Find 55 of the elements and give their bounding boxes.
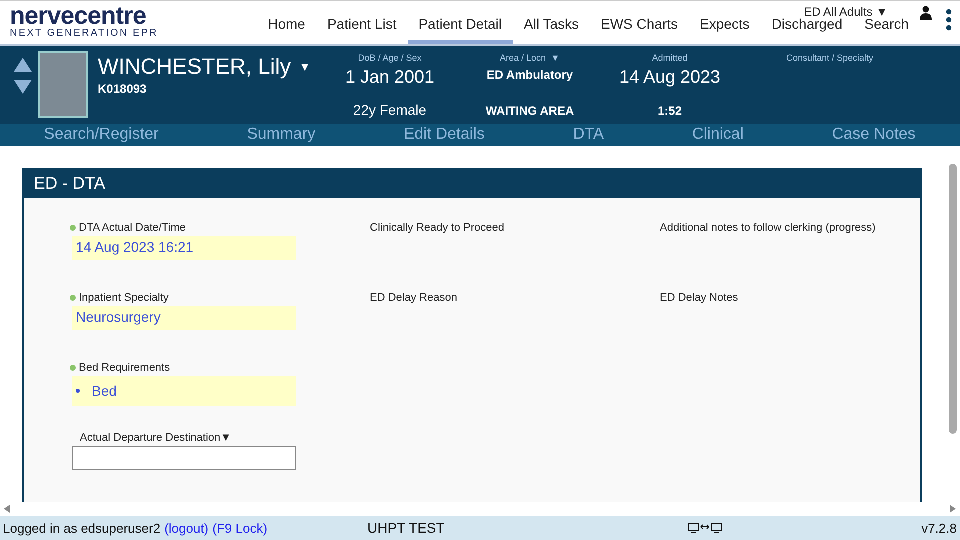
bullet-icon [76, 389, 80, 393]
logo-tagline: NEXT GENERATION EPR [10, 28, 158, 39]
patient-number: K018093 [98, 82, 147, 96]
more-icon[interactable] [946, 9, 952, 31]
nav-item[interactable]: Home [257, 14, 316, 44]
field-value: 1 Jan 2001 [345, 67, 435, 88]
field-label: Consultant / Specialty [786, 53, 874, 63]
field-value: ED Ambulatory [486, 68, 574, 82]
field-value: 14 Aug 2023 [619, 67, 721, 88]
caret-icon[interactable]: ▼ [299, 60, 312, 74]
field-label: Area / Locn ▼ [500, 53, 560, 63]
ward-selector[interactable]: ED All Adults ▼ [804, 5, 888, 19]
field-value: 14 Aug 2023 16:21 [72, 236, 296, 260]
tab[interactable]: Summary [239, 124, 324, 146]
person-icon[interactable] [920, 6, 932, 20]
field-label: Additional notes to follow clerking (progress) [660, 222, 876, 234]
scroll-left-icon[interactable] [4, 505, 10, 513]
logo: nervecentre [10, 4, 146, 28]
field-value: Neurosurgery [72, 306, 296, 330]
nav-item[interactable]: All Tasks [513, 14, 590, 44]
patient-name: WINCHESTER, Lily [98, 54, 292, 80]
nav-item[interactable]: EWS Charts [590, 14, 689, 44]
nav-item[interactable]: Expects [689, 14, 761, 44]
tab[interactable]: Clinical [684, 124, 752, 146]
down-arrow-icon[interactable] [14, 80, 32, 94]
environment-label: UHPT TEST [368, 520, 445, 536]
screens-icon[interactable] [688, 523, 722, 533]
tab[interactable]: Search/Register [36, 124, 167, 146]
field-label: Bed Requirements [79, 362, 170, 374]
logout-link[interactable]: (logout) [164, 520, 209, 536]
tab[interactable]: DTA [565, 124, 612, 146]
field-label: DoB / Age / Sex [358, 53, 422, 63]
form-title: ED - DTA [24, 170, 920, 198]
field-label: ED Delay Notes [660, 292, 738, 304]
field-value: WAITING AREA [486, 104, 574, 120]
photo-placeholder [38, 51, 88, 118]
field-label: Inpatient Specialty [79, 292, 169, 304]
scrollbar-thumb[interactable] [949, 164, 957, 434]
version-label: v7.2.8 [922, 520, 957, 536]
field-label: Admitted [652, 53, 688, 63]
field-value: 22y Female [353, 102, 427, 120]
tab[interactable]: Case Notes [824, 124, 924, 146]
field-label: ED Delay Reason [370, 292, 458, 304]
nav-item[interactable]: Patient List [316, 14, 408, 44]
lock-link[interactable]: (F9 Lock) [212, 520, 268, 536]
field-label: Clinically Ready to Proceed [370, 222, 505, 234]
field-value: 1:52 [658, 104, 682, 120]
login-text: Logged in as edsuperuser2 [3, 520, 161, 536]
list-item: Bed [92, 383, 117, 399]
field-label: DTA Actual Date/Time [79, 222, 186, 234]
input-field[interactable] [72, 446, 296, 470]
scroll-right-icon[interactable] [950, 505, 956, 513]
up-arrow-icon[interactable] [14, 58, 32, 72]
tab[interactable]: Edit Details [396, 124, 493, 146]
field-label: Actual Departure Destination▼ [80, 432, 232, 444]
